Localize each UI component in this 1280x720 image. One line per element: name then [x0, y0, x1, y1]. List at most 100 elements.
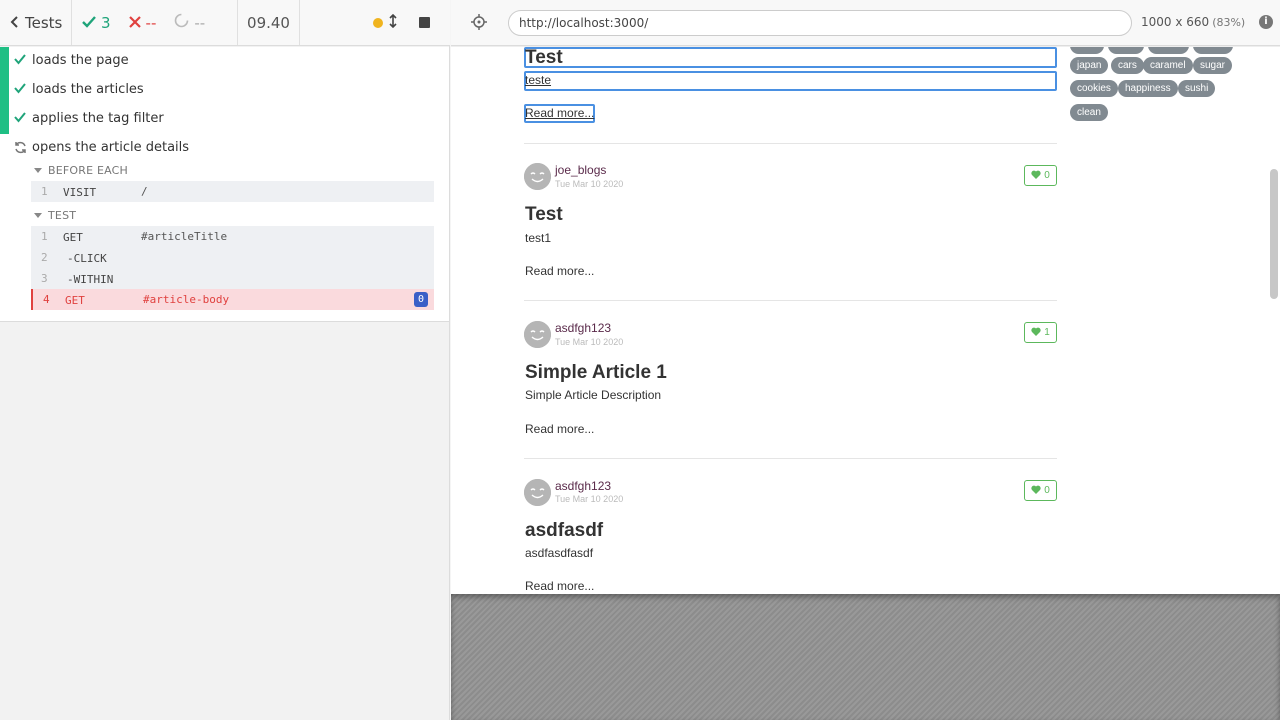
- test-title: opens the article details: [32, 140, 190, 155]
- command-message: #articleTitle: [141, 230, 228, 243]
- caret-down-icon: [34, 168, 42, 173]
- favorite-count: 1: [1044, 327, 1050, 338]
- hook-test[interactable]: TEST: [34, 209, 76, 222]
- viewport-overflow-area: [451, 594, 1280, 720]
- divider: [524, 300, 1057, 301]
- hook-label: TEST: [48, 209, 77, 222]
- passed-indicator: [0, 47, 9, 76]
- vertical-arrows-icon: [389, 13, 397, 32]
- stop-icon[interactable]: [419, 17, 430, 28]
- heart-icon: [1031, 327, 1041, 339]
- read-more-link[interactable]: Read more...: [525, 579, 594, 593]
- app-preview-panel: http://localhost:3000/ 1000 x 660 (83%) i…: [451, 0, 1280, 720]
- passed-count: 3: [101, 13, 111, 32]
- app-iframe: Test teste Read more... joe_blogs Tue Ma…: [451, 47, 1280, 594]
- tag-pill[interactable]: clean: [1070, 104, 1108, 121]
- command-number: 2: [41, 251, 48, 264]
- article-description: asdfasdfasdf: [525, 546, 594, 560]
- test-item[interactable]: loads the page: [0, 47, 449, 76]
- tag-pill[interactable]: caramel: [1143, 57, 1193, 74]
- command-row-failed[interactable]: 4 GET #article-body 0: [31, 289, 434, 310]
- check-icon: [14, 54, 26, 68]
- author-link[interactable]: asdfgh123: [555, 479, 611, 493]
- caret-down-icon: [34, 213, 42, 218]
- crosshair-icon[interactable]: [471, 14, 487, 30]
- read-more-link[interactable]: Read more...: [525, 264, 594, 278]
- tag-pill[interactable]: [1108, 47, 1144, 54]
- tag-pill[interactable]: sugar: [1193, 57, 1233, 74]
- test-reporter-panel: Tests 3 -- -- 09.40 loads the page loads…: [0, 0, 450, 720]
- heart-icon: [1031, 485, 1041, 497]
- run-controls: [300, 0, 450, 45]
- viewport-size: 1000 x 660 (83%): [1141, 15, 1245, 29]
- command-name: GET: [65, 294, 85, 307]
- test-item-running[interactable]: opens the article details: [0, 134, 449, 163]
- test-item[interactable]: applies the tag filter: [0, 105, 449, 134]
- favorite-button[interactable]: 0: [1024, 165, 1057, 186]
- viewport-dimensions: 1000 x 660: [1141, 15, 1210, 29]
- passed-indicator: [0, 76, 9, 105]
- command-name: -CLICK: [67, 252, 107, 265]
- test-stats: 3 -- --: [72, 0, 238, 45]
- tag-pill[interactable]: cars: [1111, 57, 1144, 74]
- check-icon: [14, 112, 26, 126]
- failed-stat: --: [128, 14, 156, 32]
- hook-label: BEFORE EACH: [48, 164, 129, 177]
- tag-pill[interactable]: cookies: [1070, 80, 1118, 97]
- command-number: 1: [41, 185, 48, 198]
- auto-scroll-toggle[interactable]: [373, 13, 397, 32]
- article-title[interactable]: Test: [525, 204, 563, 226]
- command-row[interactable]: 1 GET #articleTitle: [31, 226, 434, 247]
- avatar[interactable]: [524, 479, 551, 506]
- favorite-button[interactable]: 1: [1024, 322, 1057, 343]
- command-name: -WITHIN: [67, 273, 114, 286]
- article-title[interactable]: Test: [525, 47, 563, 69]
- tag-pill[interactable]: [1148, 47, 1189, 54]
- viewport-scale: (83%): [1212, 16, 1246, 29]
- element-highlight: [524, 71, 1057, 91]
- avatar[interactable]: [524, 163, 551, 190]
- tag-pill[interactable]: japan: [1070, 57, 1109, 74]
- avatar[interactable]: [524, 321, 551, 348]
- passed-stat: 3: [82, 14, 111, 32]
- read-more-link[interactable]: Read more...: [525, 106, 594, 120]
- command-row[interactable]: 3 -WITHIN: [31, 268, 434, 289]
- status-dot-icon: [373, 17, 383, 28]
- article-title[interactable]: asdfasdf: [525, 520, 603, 542]
- command-row[interactable]: 1 VISIT /: [31, 181, 434, 202]
- hook-before-each[interactable]: BEFORE EACH: [34, 164, 128, 177]
- read-more-link[interactable]: Read more...: [525, 422, 594, 436]
- article-date: Tue Mar 10 2020: [555, 494, 624, 504]
- command-name: GET: [63, 231, 83, 244]
- article-title[interactable]: Simple Article 1: [525, 362, 667, 384]
- command-number: 4: [43, 293, 50, 306]
- refresh-icon: [14, 141, 27, 157]
- favorite-count: 0: [1044, 170, 1050, 181]
- tag-pill[interactable]: sushi: [1178, 80, 1216, 97]
- element-highlight: [524, 47, 1057, 68]
- pending-count: --: [194, 13, 206, 32]
- command-row[interactable]: 2 -CLICK: [31, 247, 434, 268]
- command-message: #article-body: [143, 293, 230, 306]
- command-number: 3: [41, 272, 48, 285]
- article-description: Simple Article Description: [525, 388, 662, 402]
- test-title: loads the articles: [32, 82, 144, 97]
- check-icon: [14, 83, 26, 97]
- tag-pill[interactable]: [1070, 47, 1104, 54]
- check-icon: [82, 14, 96, 32]
- scrollbar[interactable]: [1270, 169, 1278, 299]
- author-link[interactable]: joe_blogs: [555, 163, 606, 177]
- tests-back-button[interactable]: Tests: [0, 0, 72, 45]
- pending-circle-icon: [174, 13, 189, 32]
- command-number: 1: [41, 230, 48, 243]
- info-icon[interactable]: i: [1259, 15, 1273, 29]
- author-link[interactable]: asdfgh123: [555, 321, 611, 335]
- url-field[interactable]: http://localhost:3000/: [508, 10, 1132, 36]
- tag-pill[interactable]: [1193, 47, 1233, 54]
- favorite-button[interactable]: 0: [1024, 480, 1057, 501]
- article-description: teste: [525, 73, 552, 87]
- tag-pill[interactable]: happiness: [1118, 80, 1178, 97]
- test-item[interactable]: loads the articles: [0, 76, 449, 105]
- article-date: Tue Mar 10 2020: [555, 337, 624, 347]
- divider: [524, 458, 1057, 459]
